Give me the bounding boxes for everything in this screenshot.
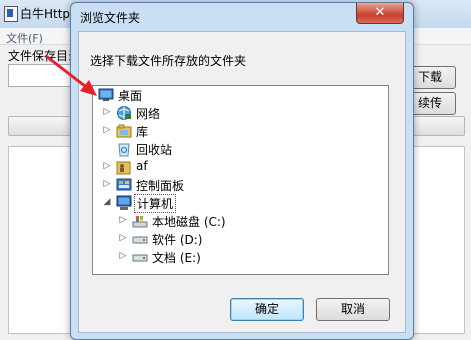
tree-item-drive-d[interactable]: ▷ 软件 (D:)	[119, 230, 319, 248]
tree-item-label: 控制面板	[136, 179, 185, 193]
library-icon	[116, 123, 132, 139]
tree-item-af[interactable]: ▷ af	[103, 158, 303, 176]
tree-item-label: 计算机	[134, 194, 177, 213]
collapse-icon[interactable]: ◢	[102, 197, 112, 207]
tree-item-label: 网络	[136, 107, 161, 121]
drive-icon	[132, 249, 148, 265]
dialog-titlebar[interactable]: 浏览文件夹 ✕	[71, 3, 413, 31]
dialog-body: 选择下载文件所存放的文件夹 桌面 ▷ 网络 ▷ 库 回收站 ▷ af ▷ 控制面…	[78, 31, 406, 333]
dialog-prompt: 选择下载文件所存放的文件夹	[90, 54, 247, 68]
tree-item-label: af	[136, 159, 148, 173]
expand-icon[interactable]: ▷	[102, 107, 112, 117]
tree-item-drive-c[interactable]: ▷ 本地磁盘 (C:)	[119, 212, 319, 230]
recycle-bin-icon	[116, 141, 132, 157]
tree-item-control-panel[interactable]: ▷ 控制面板	[103, 176, 303, 194]
tree-item-recycle-bin[interactable]: 回收站	[103, 140, 303, 158]
tree-item-library[interactable]: ▷ 库	[103, 122, 303, 140]
menu-file[interactable]: 文件(F)	[6, 30, 43, 46]
browse-folder-dialog: 浏览文件夹 ✕ 选择下载文件所存放的文件夹 桌面 ▷ 网络 ▷ 库 回收站 ▷ …	[70, 2, 414, 340]
tree-item-network[interactable]: ▷ 网络	[103, 104, 303, 122]
tree-item-label: 回收站	[136, 143, 173, 157]
tree-item-label: 本地磁盘 (C:)	[152, 215, 226, 229]
control-panel-icon	[116, 177, 132, 193]
desktop-icon	[98, 87, 114, 103]
computer-icon	[116, 195, 132, 211]
expand-icon[interactable]: ▷	[102, 179, 112, 189]
dialog-close-button[interactable]: ✕	[356, 3, 404, 24]
tree-item-label: 桌面	[118, 89, 143, 103]
folder-tree[interactable]: 桌面 ▷ 网络 ▷ 库 回收站 ▷ af ▷ 控制面板 ◢ 计算机 ▷ 本地磁盘…	[92, 85, 389, 275]
expand-icon[interactable]: ▷	[118, 215, 128, 225]
tree-item-label: 文档 (E:)	[152, 251, 201, 265]
expand-icon[interactable]: ▷	[102, 125, 112, 135]
tree-item-drive-e[interactable]: ▷ 文档 (E:)	[119, 248, 319, 266]
network-icon	[116, 105, 132, 121]
app-icon	[4, 6, 18, 22]
expand-icon[interactable]: ▷	[118, 251, 128, 261]
expand-icon[interactable]: ▷	[102, 161, 112, 171]
cancel-button[interactable]: 取消	[316, 298, 390, 321]
tree-item-desktop[interactable]: 桌面	[98, 86, 298, 104]
save-dir-input[interactable]	[8, 64, 75, 87]
expand-icon[interactable]: ▷	[118, 233, 128, 243]
ok-button[interactable]: 确定	[230, 298, 304, 321]
drive-icon	[132, 231, 148, 247]
system-drive-icon	[132, 213, 148, 229]
tree-item-label: 库	[136, 125, 149, 139]
tree-item-label: 软件 (D:)	[152, 233, 203, 247]
user-folder-icon	[116, 159, 132, 175]
dialog-title: 浏览文件夹	[80, 11, 141, 25]
tree-item-computer[interactable]: ◢ 计算机	[102, 194, 303, 213]
